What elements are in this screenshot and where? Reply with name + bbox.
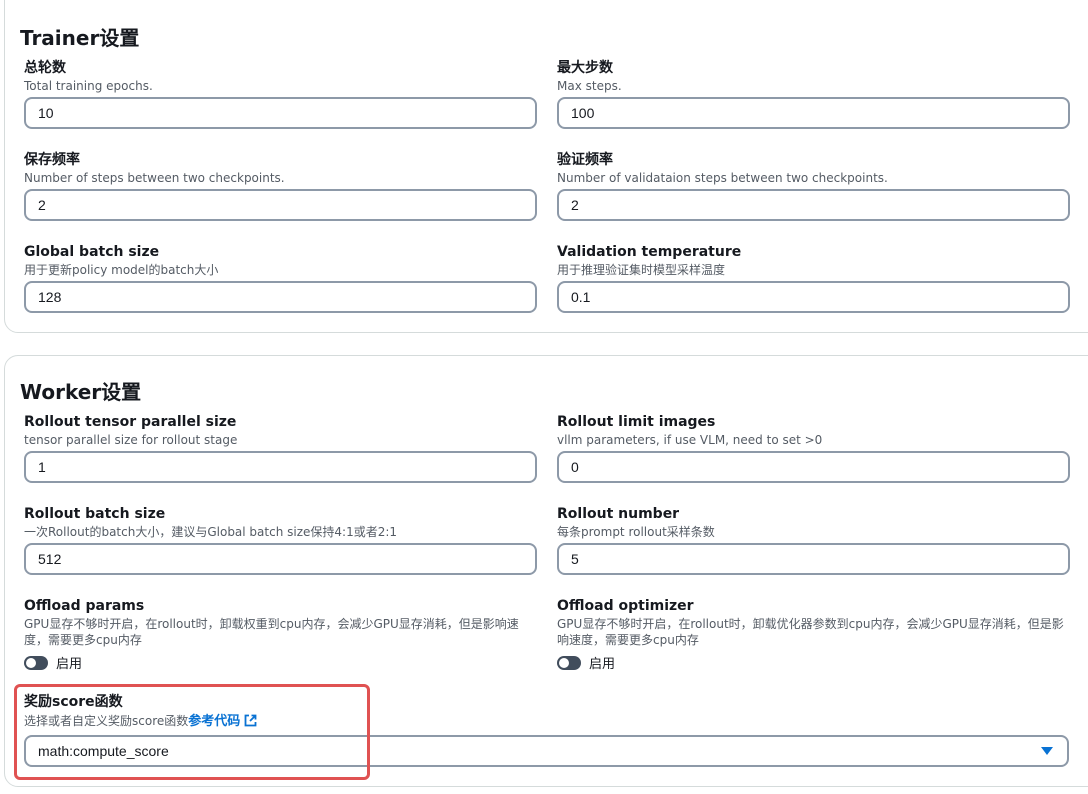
reward-description-text: 选择或者自定义奖励score函数 — [24, 714, 189, 728]
field-validation-frequency: 验证频率 Number of validataion steps between… — [557, 151, 1070, 221]
field-label: Offload optimizer — [557, 598, 694, 614]
field-rollout-number: Rollout number 每条prompt rollout采样条数 5 — [557, 505, 1070, 575]
field-description: GPU显存不够时开启，在rollout时，卸载权重到cpu内存，会减少GPU显存… — [24, 617, 519, 647]
field-description: Number of steps between two checkpoints. — [24, 171, 285, 185]
field-description: tensor parallel size for rollout stage — [24, 433, 238, 447]
offload-params-toggle[interactable] — [24, 655, 48, 670]
max-steps-input[interactable]: 100 — [557, 97, 1070, 129]
validation-temperature-input[interactable]: 0.1 — [557, 281, 1070, 313]
offload-optimizer-toggle-row[interactable]: 启用 — [557, 653, 615, 672]
field-description: Max steps. — [557, 79, 622, 93]
rollout-batch-size-input[interactable]: 512 — [24, 543, 537, 575]
field-label: Validation temperature — [557, 244, 742, 260]
field-description: 用于更新policy model的batch大小 — [24, 263, 219, 277]
field-label: Offload params — [24, 598, 145, 614]
field-label: 奖励score函数 — [24, 694, 123, 710]
global-batch-size-input[interactable]: 128 — [24, 281, 537, 313]
field-reward-score-function: 奖励score函数 选择或者自定义奖励score函数参考代码 — [24, 693, 424, 730]
validation-frequency-input[interactable]: 2 — [557, 189, 1070, 221]
field-label: Rollout limit images — [557, 414, 716, 430]
field-offload-optimizer: Offload optimizer GPU显存不够时开启，在rollout时，卸… — [557, 597, 1067, 672]
offload-optimizer-toggle[interactable] — [557, 655, 581, 670]
field-description: 选择或者自定义奖励score函数参考代码 — [24, 713, 424, 730]
toggle-label: 启用 — [589, 657, 616, 672]
field-description: 用于推理验证集时模型采样温度 — [557, 263, 726, 277]
field-global-batch-size: Global batch size 用于更新policy model的batch… — [24, 243, 537, 313]
field-description: Total training epochs. — [24, 79, 153, 93]
rollout-tensor-parallel-size-input[interactable]: 1 — [24, 451, 537, 483]
field-label: Rollout number — [557, 506, 680, 522]
reference-code-link[interactable]: 参考代码 — [188, 714, 240, 729]
field-rollout-limit-images: Rollout limit images vllm parameters, if… — [557, 413, 1070, 483]
selected-value: math:compute_score — [38, 743, 169, 759]
field-offload-params: Offload params GPU显存不够时开启，在rollout时，卸载权重… — [24, 597, 524, 672]
field-label: 保存频率 — [24, 152, 80, 168]
field-label: 验证频率 — [557, 152, 613, 168]
field-label: 最大步数 — [557, 60, 613, 76]
external-link-icon[interactable] — [244, 714, 257, 727]
rollout-limit-images-input[interactable]: 0 — [557, 451, 1070, 483]
field-validation-temperature: Validation temperature 用于推理验证集时模型采样温度 0.… — [557, 243, 1070, 313]
field-description: vllm parameters, if use VLM, need to set… — [557, 433, 823, 447]
toggle-label: 启用 — [56, 657, 83, 672]
field-rollout-tensor-parallel-size: Rollout tensor parallel size tensor para… — [24, 413, 537, 483]
field-total-epochs: 总轮数 Total training epochs. 10 — [24, 59, 537, 129]
reward-score-function-select[interactable]: math:compute_score — [24, 735, 1069, 767]
trainer-settings-title: Trainer设置 — [20, 26, 140, 50]
field-label: Global batch size — [24, 244, 160, 260]
field-label: Rollout tensor parallel size — [24, 414, 237, 430]
rollout-number-input[interactable]: 5 — [557, 543, 1070, 575]
total-epochs-input[interactable]: 10 — [24, 97, 537, 129]
caret-down-icon[interactable] — [1041, 747, 1053, 755]
offload-params-toggle-row[interactable]: 启用 — [24, 653, 82, 672]
field-description: 每条prompt rollout采样条数 — [557, 525, 715, 539]
field-label: Rollout batch size — [24, 506, 166, 522]
field-rollout-batch-size: Rollout batch size 一次Rollout的batch大小，建议与… — [24, 505, 537, 575]
field-max-steps: 最大步数 Max steps. 100 — [557, 59, 1070, 129]
field-save-frequency: 保存频率 Number of steps between two checkpo… — [24, 151, 537, 221]
worker-settings-title: Worker设置 — [20, 380, 142, 404]
field-description: GPU显存不够时开启，在rollout时，卸载优化器参数到cpu内存，会减少GP… — [557, 617, 1064, 647]
save-frequency-input[interactable]: 2 — [24, 189, 537, 221]
field-description: Number of validataion steps between two … — [557, 171, 888, 185]
field-description: 一次Rollout的batch大小，建议与Global batch size保持… — [24, 525, 398, 539]
field-label: 总轮数 — [24, 60, 66, 76]
